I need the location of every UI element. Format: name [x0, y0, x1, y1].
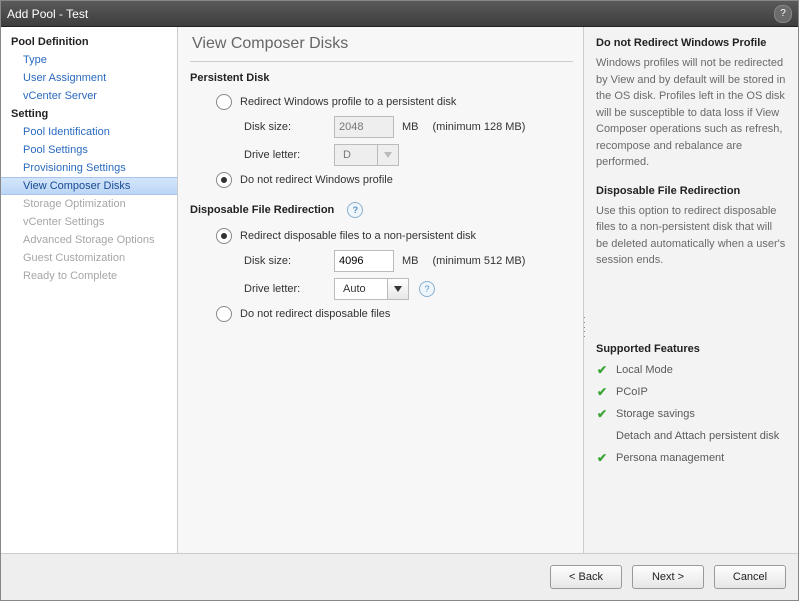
sidebar-item-type[interactable]: Type	[1, 51, 177, 69]
feature-row: ✔ Local Mode	[596, 363, 786, 377]
disposable-no-redirect-row[interactable]: Do not redirect disposable files	[190, 306, 573, 322]
disposable-disk-size-input[interactable]	[334, 250, 394, 272]
check-icon: ✔	[596, 429, 608, 443]
radio-persistent-no-redirect[interactable]	[216, 172, 232, 188]
feature-label: Local Mode	[616, 364, 673, 376]
wizard-footer: < Back Next > Cancel	[1, 553, 798, 600]
supported-features-heading: Supported Features	[596, 343, 786, 355]
persistent-drive-letter-label: Drive letter:	[244, 149, 334, 161]
sidebar-item-user-assignment[interactable]: User Assignment	[1, 69, 177, 87]
info-icon[interactable]: ?	[419, 281, 435, 297]
help-heading-2: Disposable File Redirection	[596, 185, 786, 197]
feature-label: Persona management	[616, 452, 724, 464]
wizard-sidebar: Pool Definition Type User Assignment vCe…	[1, 27, 178, 553]
persistent-no-redirect-label: Do not redirect Windows profile	[240, 174, 393, 186]
check-icon: ✔	[596, 407, 608, 421]
window-title: Add Pool - Test	[7, 7, 88, 21]
disposable-drive-letter-value: Auto	[334, 278, 388, 300]
persistent-redirect-label: Redirect Windows profile to a persistent…	[240, 96, 456, 108]
sidebar-item-provisioning-settings[interactable]: Provisioning Settings	[1, 159, 177, 177]
check-icon: ✔	[596, 385, 608, 399]
help-text-1: Windows profiles will not be redirected …	[596, 55, 786, 171]
disposable-redirect-row[interactable]: Redirect disposable files to a non-persi…	[190, 228, 573, 244]
radio-disposable-no-redirect[interactable]	[216, 306, 232, 322]
disposable-disk-size-label: Disk size:	[244, 255, 334, 267]
disposable-heading: Disposable File Redirection ?	[190, 202, 573, 218]
feature-label: Detach and Attach persistent disk	[616, 430, 779, 442]
disposable-drive-letter-label: Drive letter:	[244, 283, 334, 295]
titlebar: Add Pool - Test ?	[1, 1, 798, 27]
sidebar-item-ready-to-complete: Ready to Complete	[1, 267, 177, 285]
sidebar-item-guest-customization: Guest Customization	[1, 249, 177, 267]
help-text-2: Use this option to redirect disposable f…	[596, 203, 786, 269]
sidebar-heading-pool-definition: Pool Definition	[1, 33, 177, 51]
page-title: View Composer Disks	[190, 27, 573, 62]
feature-row: ✔ PCoIP	[596, 385, 786, 399]
feature-label: Storage savings	[616, 408, 695, 420]
persistent-disk-size-unit: MB	[402, 121, 419, 133]
resize-grip-icon[interactable]	[583, 317, 585, 337]
persistent-disk-size-input	[334, 116, 394, 138]
disposable-drive-letter-select[interactable]: Auto	[334, 278, 409, 300]
persistent-disk-size-hint: (minimum 128 MB)	[433, 121, 526, 133]
sidebar-item-vcenter-settings: vCenter Settings	[1, 213, 177, 231]
sidebar-item-view-composer-disks[interactable]: View Composer Disks	[1, 177, 177, 195]
content: View Composer Disks Persistent Disk Redi…	[178, 27, 798, 553]
check-icon: ✔	[596, 451, 608, 465]
sidebar-item-pool-settings[interactable]: Pool Settings	[1, 141, 177, 159]
disposable-redirect-label: Redirect disposable files to a non-persi…	[240, 230, 476, 242]
info-icon[interactable]: ?	[347, 202, 363, 218]
sidebar-item-vcenter-server[interactable]: vCenter Server	[1, 87, 177, 105]
cancel-button[interactable]: Cancel	[714, 565, 786, 589]
sidebar-item-advanced-storage-options: Advanced Storage Options	[1, 231, 177, 249]
disposable-disk-size-unit: MB	[402, 255, 419, 267]
sidebar-heading-setting: Setting	[1, 105, 177, 123]
back-button[interactable]: < Back	[550, 565, 622, 589]
radio-disposable-redirect[interactable]	[216, 228, 232, 244]
persistent-drive-letter-value: D	[334, 144, 378, 166]
persistent-redirect-row[interactable]: Redirect Windows profile to a persistent…	[190, 94, 573, 110]
add-pool-wizard: Add Pool - Test ? Pool Definition Type U…	[0, 0, 799, 601]
chevron-down-icon[interactable]	[388, 278, 409, 300]
check-icon: ✔	[596, 363, 608, 377]
sidebar-item-pool-identification[interactable]: Pool Identification	[1, 123, 177, 141]
help-icon[interactable]: ?	[774, 5, 792, 23]
form-area: View Composer Disks Persistent Disk Redi…	[178, 27, 583, 553]
feature-row: ✔ Detach and Attach persistent disk	[596, 429, 786, 443]
persistent-disk-size-label: Disk size:	[244, 121, 334, 133]
chevron-down-icon	[378, 144, 399, 166]
disposable-disk-size-hint: (minimum 512 MB)	[433, 255, 526, 267]
next-button[interactable]: Next >	[632, 565, 704, 589]
persistent-no-redirect-row[interactable]: Do not redirect Windows profile	[190, 172, 573, 188]
sidebar-item-storage-optimization: Storage Optimization	[1, 195, 177, 213]
persistent-disk-heading: Persistent Disk	[190, 72, 573, 84]
feature-row: ✔ Storage savings	[596, 407, 786, 421]
help-panel: Do not Redirect Windows Profile Windows …	[583, 27, 798, 553]
feature-row: ✔ Persona management	[596, 451, 786, 465]
radio-persistent-redirect[interactable]	[216, 94, 232, 110]
feature-label: PCoIP	[616, 386, 648, 398]
disposable-heading-text: Disposable File Redirection	[190, 204, 334, 216]
persistent-drive-letter-select: D	[334, 144, 399, 166]
help-heading-1: Do not Redirect Windows Profile	[596, 37, 786, 49]
disposable-no-redirect-label: Do not redirect disposable files	[240, 308, 390, 320]
